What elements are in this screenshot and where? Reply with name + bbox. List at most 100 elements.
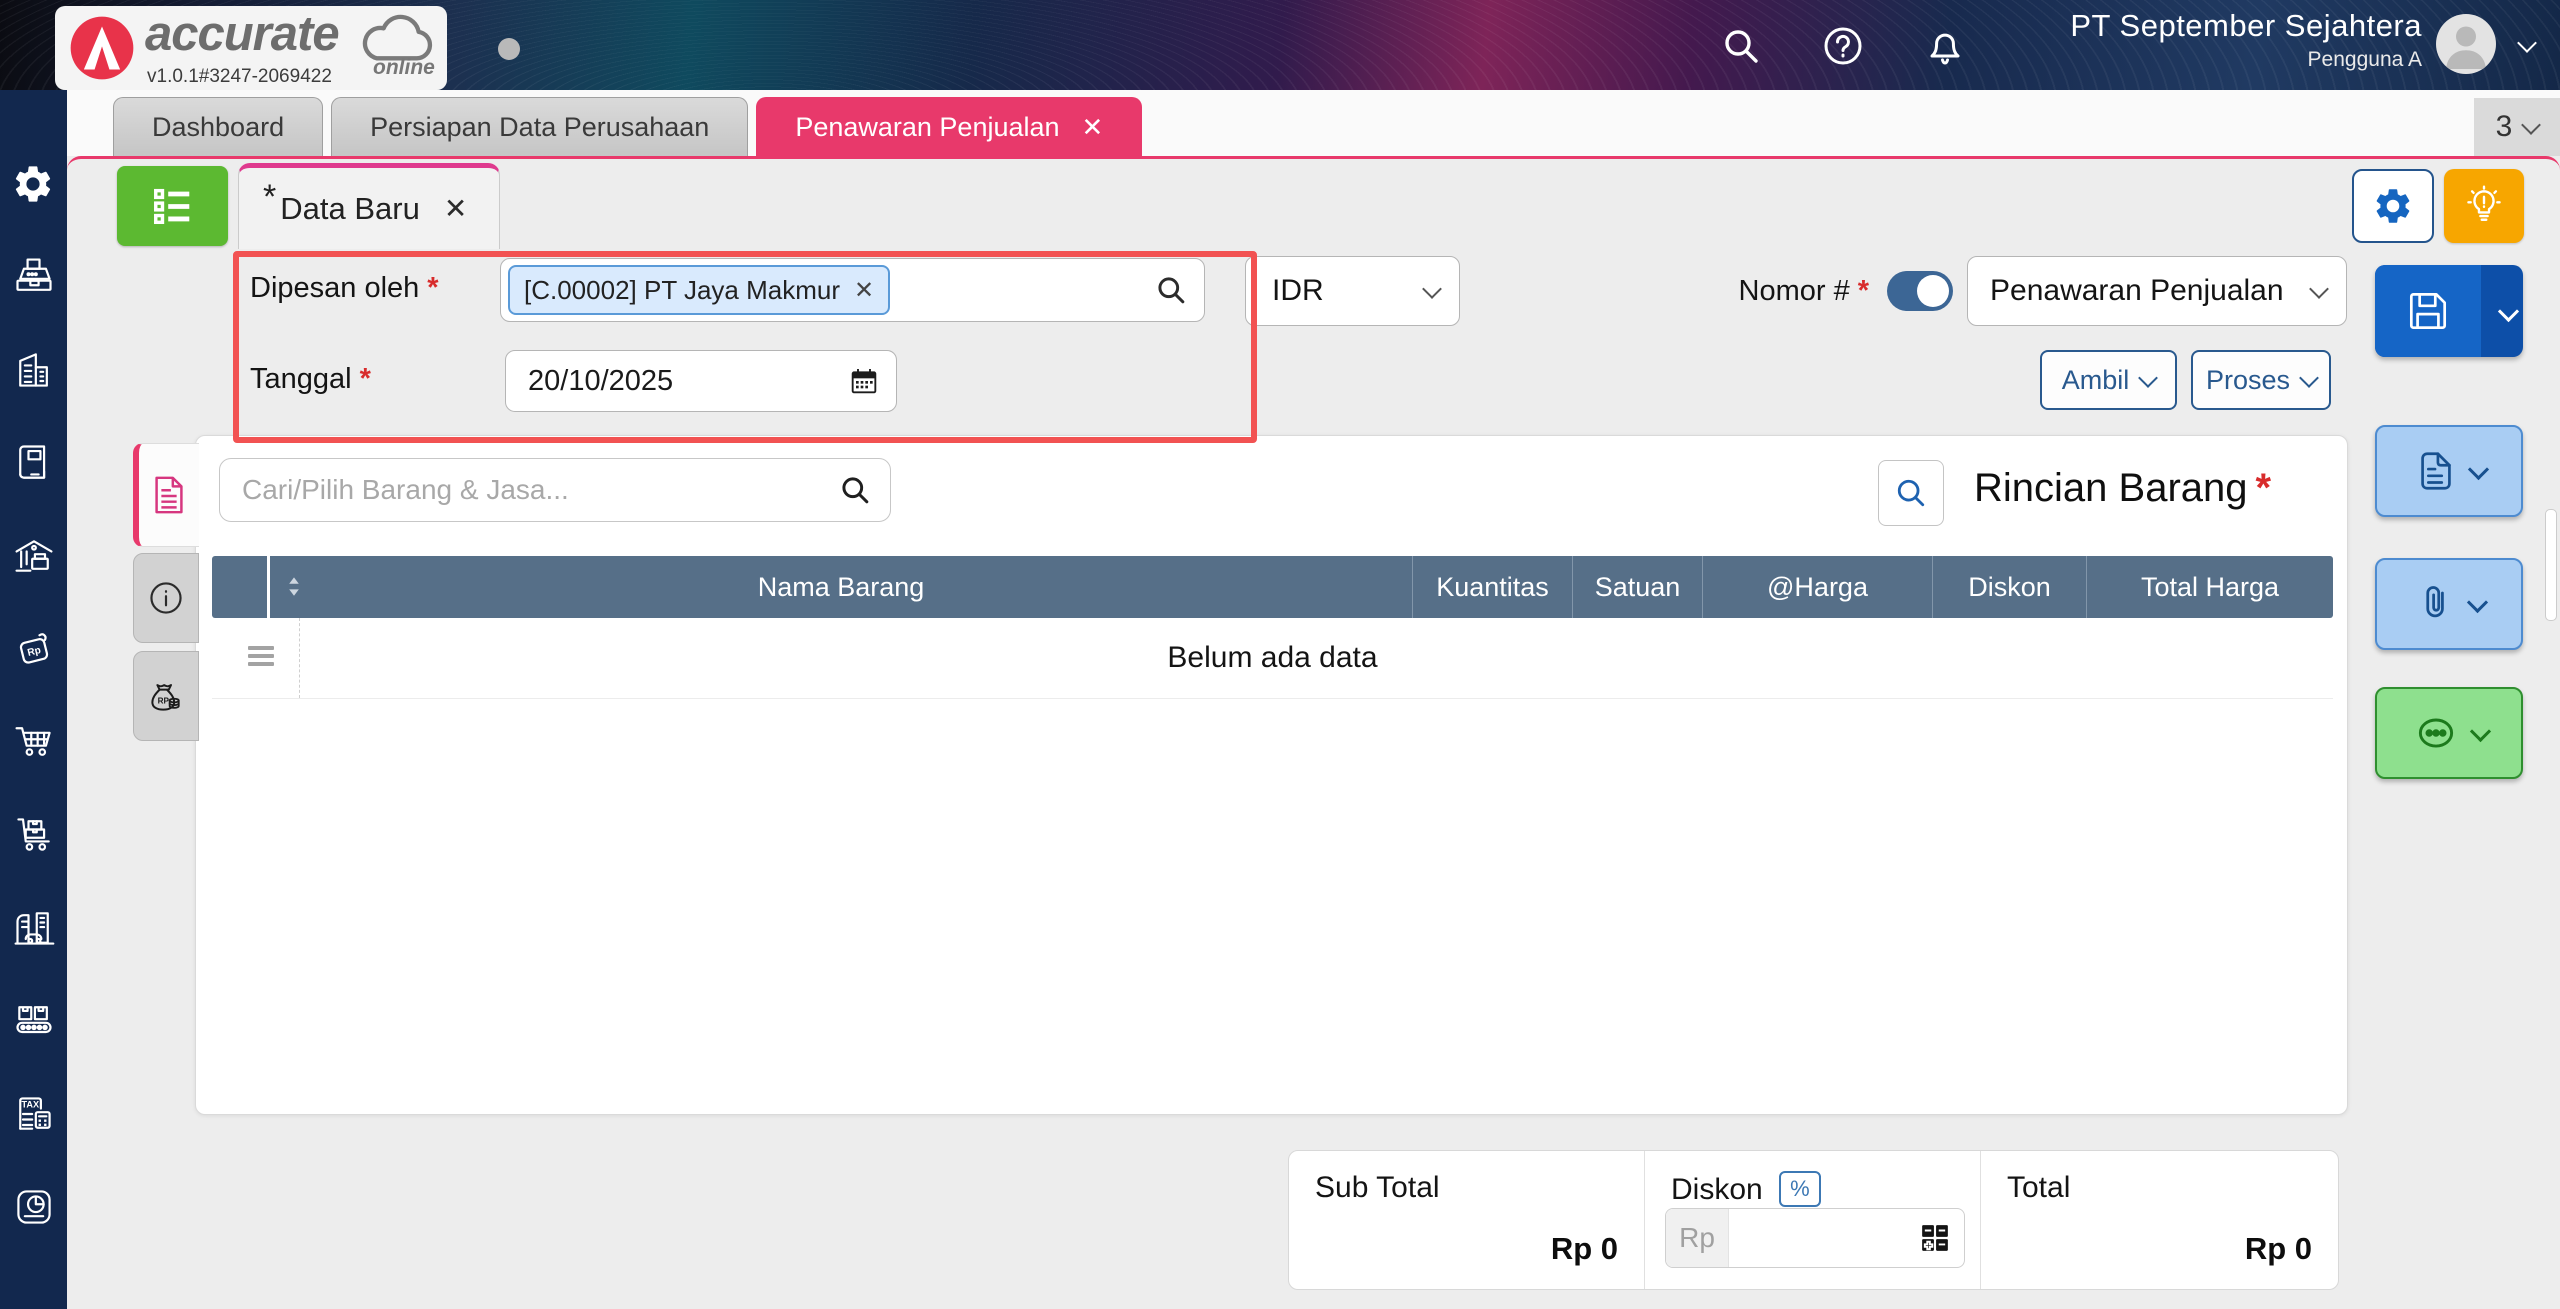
accurate-logo-icon — [69, 15, 135, 81]
main-tab-bar: Dashboard Persiapan Data Perusahaan Pena… — [67, 90, 2560, 156]
scrollbar-handle[interactable] — [2545, 509, 2557, 621]
tab-dashboard[interactable]: Dashboard — [113, 97, 324, 156]
sidebar-item-manufacturing[interactable] — [11, 999, 57, 1043]
save-main[interactable] — [2375, 265, 2481, 357]
subtab-data-baru[interactable]: * Data Baru ✕ — [238, 163, 500, 249]
search-icon[interactable] — [838, 473, 872, 507]
tab-close-icon[interactable]: ✕ — [1082, 112, 1104, 142]
help-icon[interactable] — [1820, 23, 1866, 69]
sort-icon[interactable] — [286, 574, 302, 600]
content-panel: * Data Baru ✕ Dipesan oleh * [C.00002] PT… — [67, 156, 2560, 1309]
chip-remove-icon[interactable]: ✕ — [854, 276, 874, 305]
save-button[interactable] — [2375, 265, 2523, 357]
report-pie-icon — [16, 1190, 51, 1224]
header-kuantitas[interactable]: Kuantitas — [1412, 556, 1572, 618]
calculator-icon[interactable] — [1920, 1223, 1950, 1253]
header-harga[interactable]: @Harga — [1702, 556, 1932, 618]
company-name: PT September Sejahtera — [2070, 8, 2422, 43]
sidebar-item-fixed-asset[interactable] — [11, 906, 57, 950]
form-settings-button[interactable] — [2352, 169, 2434, 243]
lightbulb-icon — [2467, 185, 2501, 221]
customer-chip[interactable]: [C.00002] PT Jaya Makmur ✕ — [508, 265, 891, 315]
header-nama-barang[interactable]: Nama Barang — [270, 556, 1412, 618]
header-total-harga[interactable]: Total Harga — [2086, 556, 2333, 618]
minitab-rincian-barang[interactable] — [133, 443, 199, 547]
settings-gear-icon — [15, 166, 50, 202]
open-list-button[interactable] — [117, 166, 228, 246]
svg-text:Rp: Rp — [26, 645, 42, 659]
header-diskon[interactable]: Diskon — [1932, 556, 2086, 618]
drag-handle-icon[interactable] — [248, 646, 274, 670]
money-bag-icon: RP — [151, 684, 180, 711]
search-icon — [1897, 479, 1925, 507]
sidebar-item-warehouse[interactable] — [11, 534, 57, 578]
shopping-cart-icon — [14, 727, 51, 756]
header-dot — [498, 38, 520, 60]
book-icon — [18, 445, 45, 479]
proses-button[interactable]: Proses — [2191, 350, 2331, 410]
list-icon — [153, 188, 189, 225]
nomor-auto-toggle[interactable] — [1887, 271, 1953, 311]
tab-penawaran-penjualan[interactable]: Penawaran Penjualan ✕ — [756, 97, 1143, 156]
dipesan-oleh-field[interactable]: [C.00002] PT Jaya Makmur ✕ — [500, 258, 1205, 322]
subtab-close-icon[interactable]: ✕ — [444, 192, 467, 225]
svg-text:RP: RP — [158, 696, 170, 705]
sidebar-nav: Rp TAX — [0, 90, 67, 1309]
sidebar-item-settings[interactable] — [11, 162, 57, 206]
sidebar-item-journal[interactable] — [11, 441, 57, 485]
svg-text:TAX: TAX — [21, 1100, 40, 1110]
tanggal-label: Tanggal * — [250, 363, 371, 395]
company-building-icon — [18, 353, 48, 387]
notifications-bell-icon[interactable] — [1922, 23, 1968, 69]
currency-select[interactable]: IDR — [1245, 256, 1460, 326]
profile-chevron-down-icon[interactable] — [2517, 33, 2537, 55]
calendar-icon[interactable] — [848, 365, 880, 397]
avatar[interactable] — [2436, 14, 2496, 74]
sidebar-item-purchases[interactable] — [11, 720, 57, 764]
search-icon[interactable] — [1718, 23, 1764, 69]
items-title: Rincian Barang * — [1974, 466, 2272, 510]
tanggal-field[interactable]: 20/10/2025 — [505, 350, 897, 412]
more-actions-button[interactable] — [2375, 687, 2523, 779]
header-grip-cell — [212, 556, 270, 618]
chevron-down-icon — [2469, 720, 2491, 742]
item-search-input[interactable] — [220, 474, 838, 506]
ambil-button[interactable]: Ambil — [2040, 350, 2177, 410]
conveyor-belt-icon — [15, 1006, 52, 1034]
version-label: v1.0.1#3247-2069422 — [147, 66, 332, 87]
percent-toggle[interactable]: % — [1779, 1171, 1821, 1207]
paperclip-icon — [2425, 586, 2444, 618]
totals-card: Sub Total Rp 0 Diskon % Rp Total Rp 0 — [1288, 1150, 2339, 1290]
advanced-search-button[interactable] — [1878, 460, 1944, 526]
empty-table-row: Belum ada data — [212, 618, 2333, 699]
total-label: Total — [2007, 1171, 2071, 1204]
price-tag-rp-icon: Rp — [19, 633, 48, 664]
sidebar-item-sales[interactable]: Rp — [11, 627, 57, 671]
sidebar-item-delivery[interactable] — [11, 813, 57, 857]
sidebar-item-tax[interactable]: TAX — [11, 1092, 57, 1136]
nomor-template-select[interactable]: Penawaran Penjualan — [1967, 256, 2347, 326]
sidebar-item-cash-register[interactable] — [11, 255, 57, 299]
hand-truck-icon — [16, 818, 50, 851]
column-divider — [299, 618, 300, 698]
tab-persiapan-data-perusahaan[interactable]: Persiapan Data Perusahaan — [331, 97, 749, 156]
minitab-info[interactable] — [133, 553, 199, 643]
rp-prefix: Rp — [1666, 1209, 1729, 1267]
save-options-chevron[interactable] — [2481, 265, 2523, 357]
subtotal-section: Sub Total Rp 0 — [1289, 1151, 1644, 1289]
chevron-down-icon — [2521, 115, 2542, 135]
minitab-uang-muka[interactable]: RP — [133, 651, 199, 741]
logo-online-label: online — [373, 56, 435, 79]
attachments-button[interactable] — [2375, 558, 2523, 650]
preview-document-button[interactable] — [2375, 425, 2523, 517]
item-search-box[interactable] — [219, 458, 891, 522]
header-satuan[interactable]: Satuan — [1572, 556, 1702, 618]
sidebar-item-reports[interactable] — [11, 1185, 57, 1229]
search-icon[interactable] — [1154, 273, 1188, 307]
diskon-label: Diskon — [1671, 1173, 1763, 1206]
tips-button[interactable] — [2444, 169, 2524, 243]
tab-overflow-button[interactable]: 3 — [2474, 98, 2560, 156]
sidebar-item-company[interactable] — [11, 348, 57, 392]
diskon-input[interactable]: Rp — [1665, 1208, 1965, 1268]
company-block: PT September Sejahtera Pengguna A — [2070, 8, 2422, 72]
